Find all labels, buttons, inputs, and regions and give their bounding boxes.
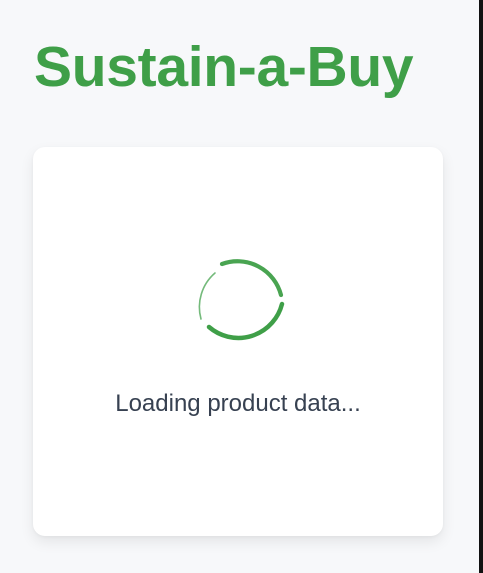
app-title: Sustain-a-Buy (34, 35, 414, 99)
loading-card: Loading product data... (33, 147, 443, 536)
page: Sustain-a-Buy Loading product data... (0, 0, 483, 573)
loading-spinner-icon (198, 259, 285, 341)
window-edge (479, 0, 483, 573)
loading-message: Loading product data... (115, 390, 361, 417)
